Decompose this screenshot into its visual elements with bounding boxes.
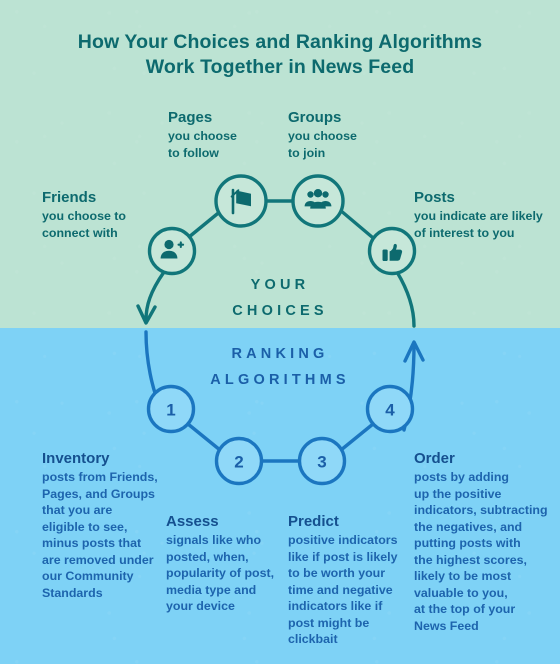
choice-label-groups-body: you choose to join [288, 129, 357, 160]
page-title-line-1: How Your Choices and Ranking Algorithms [77, 31, 483, 53]
choice-label-groups-head: Groups [288, 109, 342, 126]
choice-label-groups: Groups you choose to join [288, 108, 357, 161]
choice-label-pages-head: Pages [168, 109, 213, 126]
page-title: How Your Choices and Ranking Algorithms … [0, 30, 560, 80]
step-label-order: Order posts by adding up the positive in… [414, 449, 549, 634]
page-title-line-2: Work Together in News Feed [145, 56, 415, 78]
step-label-order-head: Order [414, 450, 455, 467]
choice-label-friends-head: Friends [42, 189, 97, 206]
step-label-assess-body: signals like who posted, when, popularit… [166, 533, 275, 613]
ranking-algorithms-line-1: RANKING [231, 346, 329, 362]
step-label-inventory-body: posts from Friends, Pages, and Groups th… [42, 470, 158, 600]
infographic-canvas: How Your Choices and Ranking Algorithms … [0, 0, 560, 664]
choice-label-pages-body: you choose to follow [168, 129, 237, 160]
your-choices-line-1: YOUR [250, 277, 310, 293]
your-choices-line-2: CHOICES [232, 303, 328, 319]
choice-label-posts: Posts you indicate are likely of interes… [414, 188, 543, 241]
step-label-inventory: Inventory posts from Friends, Pages, and… [42, 449, 172, 601]
ranking-algorithms-line-2: ALGORITHMS [210, 372, 350, 388]
choice-label-posts-head: Posts [414, 189, 455, 206]
step-label-assess-head: Assess [166, 513, 219, 530]
section-label-ranking-algorithms: RANKING ALGORITHMS [0, 341, 560, 393]
choice-label-friends: Friends you choose to connect with [42, 188, 126, 241]
step-label-predict: Predict positive indicators like if post… [288, 512, 413, 648]
step-label-predict-head: Predict [288, 513, 339, 530]
choice-label-pages: Pages you choose to follow [168, 108, 237, 161]
choice-label-posts-body: you indicate are likely of interest to y… [414, 209, 543, 240]
step-label-assess: Assess signals like who posted, when, po… [166, 512, 286, 615]
step-label-predict-body: positive indicators like if post is like… [288, 533, 398, 646]
step-label-inventory-head: Inventory [42, 450, 110, 467]
choice-label-friends-body: you choose to connect with [42, 209, 126, 240]
step-label-order-body: posts by adding up the positive indicato… [414, 470, 548, 633]
section-label-your-choices: YOUR CHOICES [0, 272, 560, 324]
